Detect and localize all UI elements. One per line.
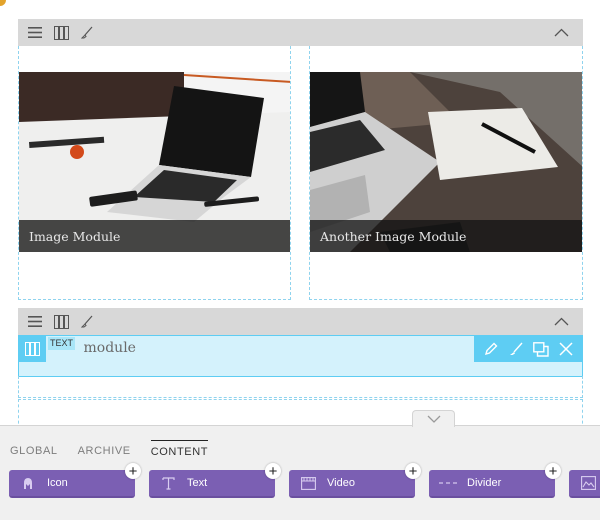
divider-icon [437,481,459,485]
row-1-toolbar [18,19,583,46]
image-caption: Another Image Module [310,220,582,252]
row-1-column-2: Another Image Module [309,46,583,300]
module-type-label: TEXT [48,337,76,350]
style-module-button[interactable] [505,338,527,360]
columns-icon [53,25,69,40]
duplicate-module-button[interactable] [530,338,552,360]
panel-toggle-button[interactable] [412,410,455,427]
menu-icon [28,27,42,38]
module-image-button[interactable]: Image + [569,470,600,498]
row-1-columns-button[interactable] [48,19,74,46]
chevron-up-icon [554,317,568,326]
tab-content[interactable]: CONTENT [150,440,209,458]
row-1-collapse-button[interactable] [549,19,573,46]
module-video-button[interactable]: Video + [289,463,421,498]
row-1-column-1: Image Module [18,46,291,300]
module-icon-button[interactable]: Icon + [9,463,141,498]
row-2-drop-zone [18,376,583,398]
chevron-up-icon [554,28,568,37]
edit-module-button[interactable] [480,338,502,360]
remove-module-button[interactable] [555,338,577,360]
video-icon [297,476,319,490]
image-module-1[interactable]: Image Module [19,72,290,252]
text-module[interactable]: Text module TEXT [18,335,583,377]
module-label: Video [327,477,355,489]
image-caption: Image Module [19,220,290,252]
module-label: Icon [47,477,68,489]
add-icon[interactable]: + [405,463,421,479]
add-icon[interactable]: + [125,463,141,479]
chevron-down-icon [427,415,440,423]
row-2-menu-button[interactable] [22,308,48,335]
module-actions [474,336,582,362]
module-label: Text [187,477,208,489]
module-divider-button[interactable]: Divider + [429,463,561,498]
row-2-columns-button[interactable] [48,308,74,335]
brush-icon [509,342,523,355]
image-icon [577,476,599,490]
add-icon[interactable]: + [545,463,561,479]
module-label: Divider [467,477,502,489]
module-list: Icon + Text + Video + Divider + [9,463,600,498]
tab-archive[interactable]: ARCHIVE [78,440,131,458]
row-2-collapse-button[interactable] [549,308,573,335]
page-builder: Image Module Another Image Module module… [0,0,600,520]
row-1-menu-button[interactable] [22,19,48,46]
brush-icon [81,315,93,328]
close-icon [558,342,573,356]
row-1-style-button[interactable] [74,19,100,46]
columns-icon [53,314,69,329]
module-drag-handle[interactable] [19,336,46,362]
tab-global[interactable]: GLOBAL [10,440,58,458]
columns-icon [25,342,40,356]
brush-icon [81,26,93,39]
panel-tabs: GLOBAL ARCHIVE CONTENT [10,440,209,458]
menu-icon [28,316,42,327]
duplicate-icon [532,341,549,357]
icon-module-icon [17,477,39,490]
corner-indicator [0,0,6,6]
add-icon[interactable]: + [265,463,281,479]
module-panel: GLOBAL ARCHIVE CONTENT Icon + Text + Vid… [0,425,600,520]
text-icon [157,476,179,490]
row-2-style-button[interactable] [74,308,100,335]
image-module-2[interactable]: Another Image Module [310,72,582,252]
module-text-button[interactable]: Text + [149,463,281,498]
row-2-toolbar [18,308,583,335]
edit-icon [484,342,497,356]
